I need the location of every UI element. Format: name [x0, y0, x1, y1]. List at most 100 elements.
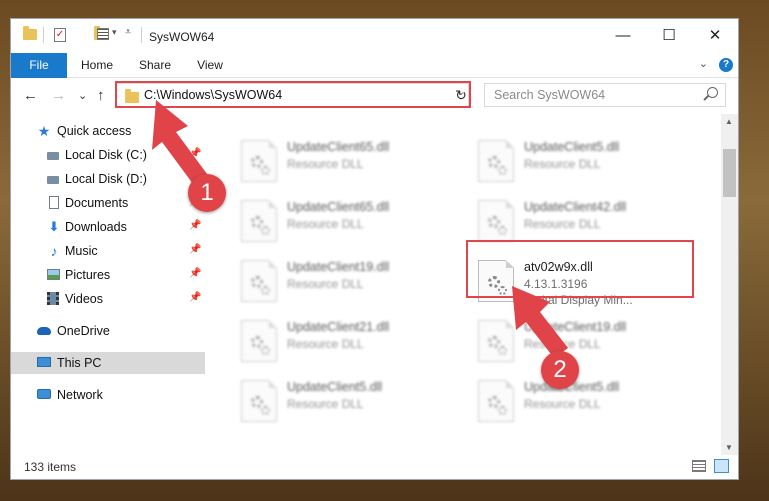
- pin-icon: 📌: [189, 268, 202, 279]
- file-item[interactable]: UpdateClient21.dll Resource DLL: [241, 318, 471, 366]
- chevron-down-icon[interactable]: ▾: [112, 27, 117, 38]
- file-name: UpdateClient19.dll: [524, 320, 627, 334]
- drive-icon: [47, 172, 61, 186]
- close-button[interactable]: ✕: [692, 19, 738, 53]
- file-item[interactable]: UpdateClient42.dll Resource DLL: [478, 198, 708, 246]
- file-item[interactable]: UpdateClient5.dll Resource DLL: [241, 378, 471, 426]
- videos-icon: [47, 292, 61, 306]
- tab-home[interactable]: Home: [73, 53, 121, 77]
- properties-icon[interactable]: ✓: [54, 28, 66, 42]
- sidebar-item-label: Music: [65, 244, 98, 258]
- drive-icon: [47, 148, 61, 162]
- dll-file-icon: [241, 140, 277, 182]
- sidebar-item-documents[interactable]: Documents 📌: [11, 192, 205, 214]
- file-item[interactable]: UpdateClient5.dll Resource DLL: [478, 378, 708, 426]
- music-icon: ♪: [50, 243, 58, 259]
- sidebar-item-quick-access[interactable]: ★ Quick access: [11, 120, 205, 142]
- help-icon[interactable]: ?: [719, 58, 733, 72]
- downloads-icon: ⬇: [48, 219, 60, 234]
- dll-file-icon: [241, 260, 277, 302]
- file-name: UpdateClient5.dll: [287, 380, 383, 394]
- sidebar-item-videos[interactable]: Videos 📌: [11, 288, 205, 310]
- scroll-up-icon[interactable]: ▲: [725, 117, 733, 126]
- file-item[interactable]: UpdateClient19.dll Resource DLL: [241, 258, 471, 306]
- sidebar-item-onedrive[interactable]: OneDrive: [11, 320, 205, 342]
- file-type: Resource DLL: [287, 277, 364, 291]
- dll-file-icon: [241, 320, 277, 362]
- sidebar-item-label: Quick access: [57, 124, 132, 138]
- window-title: SysWOW64: [149, 30, 215, 44]
- sidebar-item-label: Documents: [65, 196, 129, 210]
- customize-toolbar-icon[interactable]: ⩡: [125, 26, 131, 39]
- pin-icon: 📌: [189, 148, 202, 159]
- sidebar-item-music[interactable]: ♪ Music 📌: [11, 240, 205, 262]
- forward-arrow-icon[interactable]: →: [51, 87, 66, 105]
- sidebar-item-label: Local Disk (D:): [65, 172, 147, 186]
- file-item[interactable]: UpdateClient5.dll Resource DLL: [478, 138, 708, 186]
- pin-icon: 📌: [189, 292, 202, 303]
- network-icon: [37, 388, 51, 402]
- sidebar-item-local-disk-d[interactable]: Local Disk (D:) 📌: [11, 168, 205, 190]
- star-icon: ★: [37, 123, 51, 139]
- divider: [141, 27, 142, 43]
- dll-file-icon: [478, 320, 514, 362]
- this-pc-icon: [37, 356, 51, 370]
- file-item[interactable]: UpdateClient19.dll Resource DLL: [478, 318, 708, 366]
- file-type: Resource DLL: [524, 337, 601, 351]
- dll-file-icon: [478, 380, 514, 422]
- documents-icon: [47, 196, 61, 210]
- sidebar-item-label: OneDrive: [57, 324, 110, 338]
- step-1-badge: 1: [188, 174, 226, 212]
- divider: [43, 27, 44, 43]
- sidebar-item-network[interactable]: Network: [11, 384, 205, 406]
- sidebar-item-downloads[interactable]: ⬇ Downloads 📌: [11, 216, 205, 238]
- dll-file-icon: [478, 200, 514, 242]
- sidebar-item-label: Pictures: [65, 268, 111, 282]
- scrollbar-thumb[interactable]: [723, 149, 736, 197]
- navigation-bar: ← → ⌄ ↑ C:\Windows\SysWOW64 ⌄ ↻ Search S…: [11, 78, 738, 114]
- sidebar-item-label: Local Disk (C:): [65, 148, 147, 162]
- search-input[interactable]: Search SysWOW64: [494, 88, 605, 102]
- search-icon[interactable]: [707, 87, 718, 98]
- file-type: Resource DLL: [524, 157, 601, 171]
- title-bar: ✓ ▾ ⩡ SysWOW64 — ☐ ✕: [11, 19, 738, 53]
- tab-share[interactable]: Share: [131, 53, 179, 77]
- sidebar-item-this-pc[interactable]: This PC: [11, 352, 205, 374]
- step-2-badge: 2: [541, 351, 579, 389]
- file-highlight-box: [466, 240, 694, 298]
- close-icon: ✕: [708, 27, 722, 44]
- folder-icon: [23, 26, 37, 40]
- file-name: UpdateClient65.dll: [287, 140, 390, 154]
- sidebar-item-local-disk-c[interactable]: Local Disk (C:) 📌: [11, 144, 205, 166]
- maximize-button[interactable]: ☐: [646, 19, 692, 53]
- pin-icon: 📌: [189, 220, 202, 231]
- address-highlight-box: [115, 81, 471, 108]
- large-icons-view-icon[interactable]: [714, 459, 729, 473]
- ribbon: File Home Share View ⌄ ?: [11, 53, 738, 101]
- file-item[interactable]: UpdateClient65.dll Resource DLL: [241, 138, 471, 186]
- status-bar: 133 items: [11, 455, 738, 479]
- back-arrow-icon[interactable]: ←: [23, 87, 38, 105]
- file-type: Resource DLL: [287, 157, 364, 171]
- recent-locations-icon[interactable]: ⌄: [78, 87, 87, 105]
- expand-ribbon-icon[interactable]: ⌄: [699, 57, 708, 70]
- vertical-scrollbar[interactable]: ▲ ▼: [721, 114, 738, 455]
- file-name: UpdateClient5.dll: [524, 140, 620, 154]
- tab-view[interactable]: View: [187, 53, 233, 77]
- details-view-icon[interactable]: [692, 460, 706, 472]
- sidebar-item-label: Videos: [65, 292, 103, 306]
- pictures-icon: [47, 268, 61, 282]
- file-type: Resource DLL: [287, 217, 364, 231]
- up-arrow-icon[interactable]: ↑: [97, 87, 105, 105]
- minimize-button[interactable]: —: [600, 19, 646, 53]
- file-item[interactable]: UpdateClient65.dll Resource DLL: [241, 198, 471, 246]
- search-box[interactable]: Search SysWOW64: [484, 83, 726, 107]
- sidebar-item-pictures[interactable]: Pictures 📌: [11, 264, 205, 286]
- view-options-icon[interactable]: [97, 28, 109, 40]
- sidebar-item-label: Downloads: [65, 220, 127, 234]
- file-name: UpdateClient65.dll: [287, 200, 390, 214]
- onedrive-icon: [37, 324, 51, 338]
- scroll-down-icon[interactable]: ▼: [725, 443, 733, 452]
- maximize-icon: ☐: [662, 27, 676, 44]
- file-type: Resource DLL: [287, 337, 364, 351]
